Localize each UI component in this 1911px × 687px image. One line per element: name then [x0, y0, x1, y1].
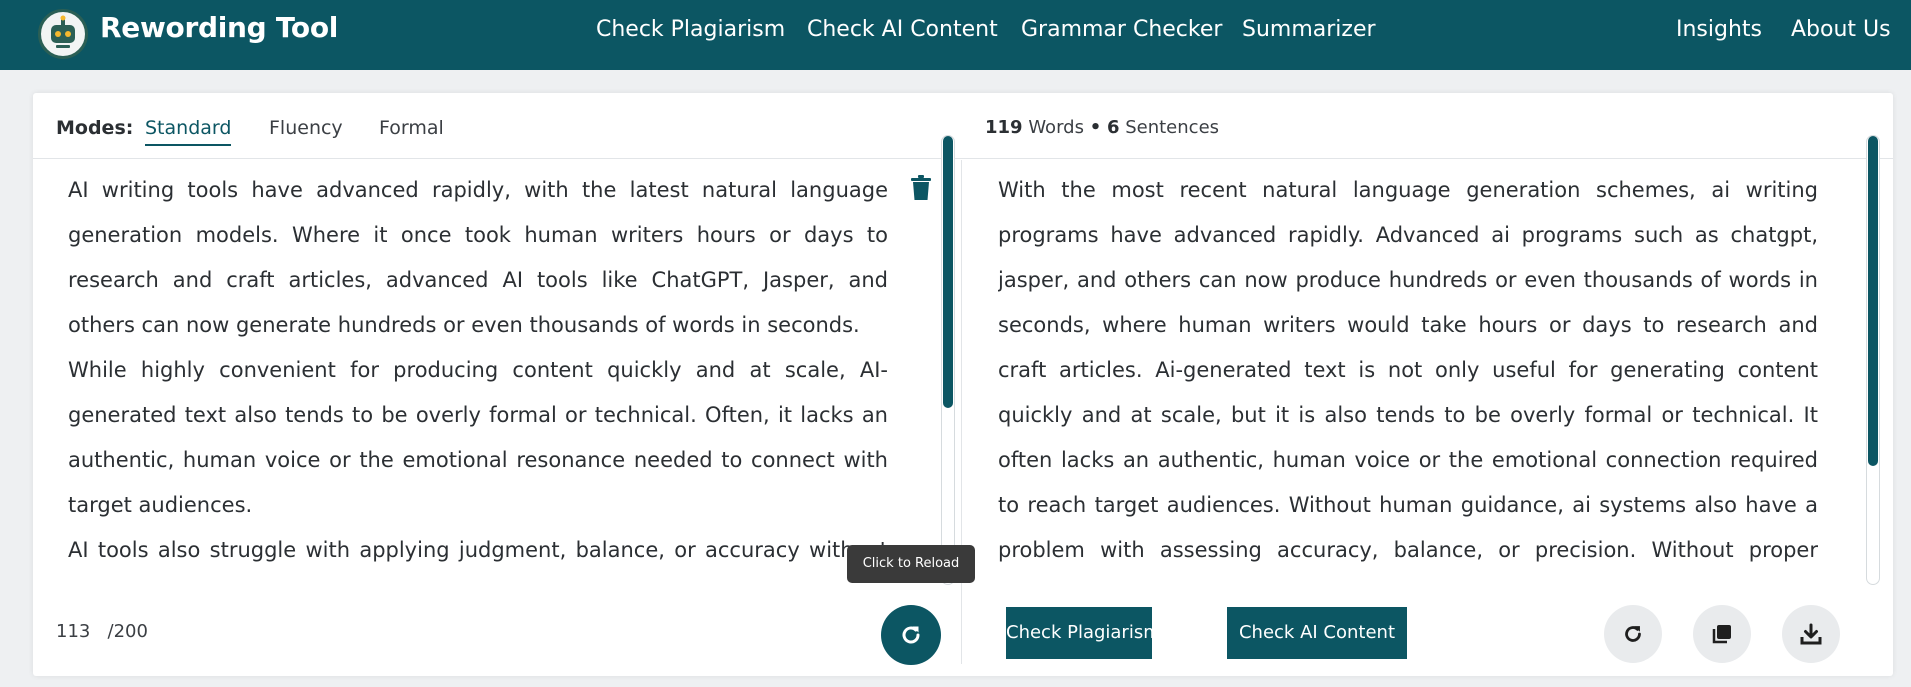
rephrase-again-button[interactable]	[1604, 605, 1662, 663]
input-paragraph: AI writing tools have advanced rapidly, …	[68, 178, 888, 337]
copy-icon	[1712, 625, 1731, 644]
sentence-count-value: 6	[1106, 117, 1120, 138]
input-word-counter: 113 /200	[56, 621, 148, 642]
card-toolbar: Modes: Standard Fluency Formal 119 Words…	[33, 93, 1893, 159]
output-scrollbar-thumb[interactable]	[1868, 136, 1878, 466]
input-paragraph: While highly convenient for producing co…	[68, 358, 888, 517]
sentence-count-label: Sentences	[1125, 117, 1220, 138]
nav-check-plagiarism[interactable]: Check Plagiarism	[596, 17, 785, 42]
brand-name[interactable]: Rewording Tool	[100, 11, 338, 44]
rewording-card: Modes: Standard Fluency Formal 119 Words…	[33, 93, 1893, 676]
reload-button[interactable]	[881, 605, 941, 665]
nav-insights[interactable]: Insights	[1676, 17, 1762, 42]
reload-tooltip: Click to Reload	[847, 545, 975, 583]
input-paragraph: AI tools also struggle with applying jud…	[68, 538, 888, 562]
download-icon	[1800, 623, 1822, 645]
robot-logo-icon[interactable]	[38, 9, 88, 59]
output-text-area[interactable]: With the most recent natural language ge…	[998, 168, 1818, 582]
download-button[interactable]	[1782, 605, 1840, 663]
mode-tab-standard[interactable]: Standard	[145, 117, 232, 146]
nav-about-us[interactable]: About Us	[1791, 17, 1891, 42]
nav-summarizer[interactable]: Summarizer	[1242, 17, 1376, 42]
reload-icon	[1625, 626, 1641, 642]
output-stats: 119 Words • 6 Sentences	[985, 117, 1219, 138]
panel-divider	[961, 160, 962, 664]
stats-separator: •	[1089, 117, 1102, 138]
nav-grammar-checker[interactable]: Grammar Checker	[1021, 17, 1222, 42]
copy-button[interactable]	[1693, 605, 1751, 663]
output-scrollbar[interactable]	[1866, 135, 1880, 585]
check-ai-content-button[interactable]: Check AI Content	[1227, 607, 1407, 659]
modes-label: Modes:	[56, 117, 134, 139]
word-count-value: 119	[985, 117, 1023, 138]
trash-icon[interactable]	[910, 175, 932, 201]
input-scrollbar[interactable]	[941, 135, 955, 585]
check-plagiarism-button[interactable]: Check Plagiarism	[1006, 607, 1161, 659]
input-word-count: 113	[56, 621, 91, 642]
input-word-limit: /200	[107, 621, 148, 642]
mode-tab-fluency[interactable]: Fluency	[269, 117, 343, 139]
word-count-label: Words	[1028, 117, 1084, 138]
input-text-area[interactable]: AI writing tools have advanced rapidly, …	[68, 168, 888, 582]
nav-check-ai-content[interactable]: Check AI Content	[807, 17, 998, 42]
reload-icon	[902, 626, 920, 644]
top-nav-bar: Rewording Tool Check Plagiarism Check AI…	[0, 0, 1911, 70]
output-paragraph: With the most recent natural language ge…	[998, 178, 1818, 562]
mode-tab-formal[interactable]: Formal	[379, 117, 444, 139]
input-scrollbar-thumb[interactable]	[943, 136, 953, 408]
